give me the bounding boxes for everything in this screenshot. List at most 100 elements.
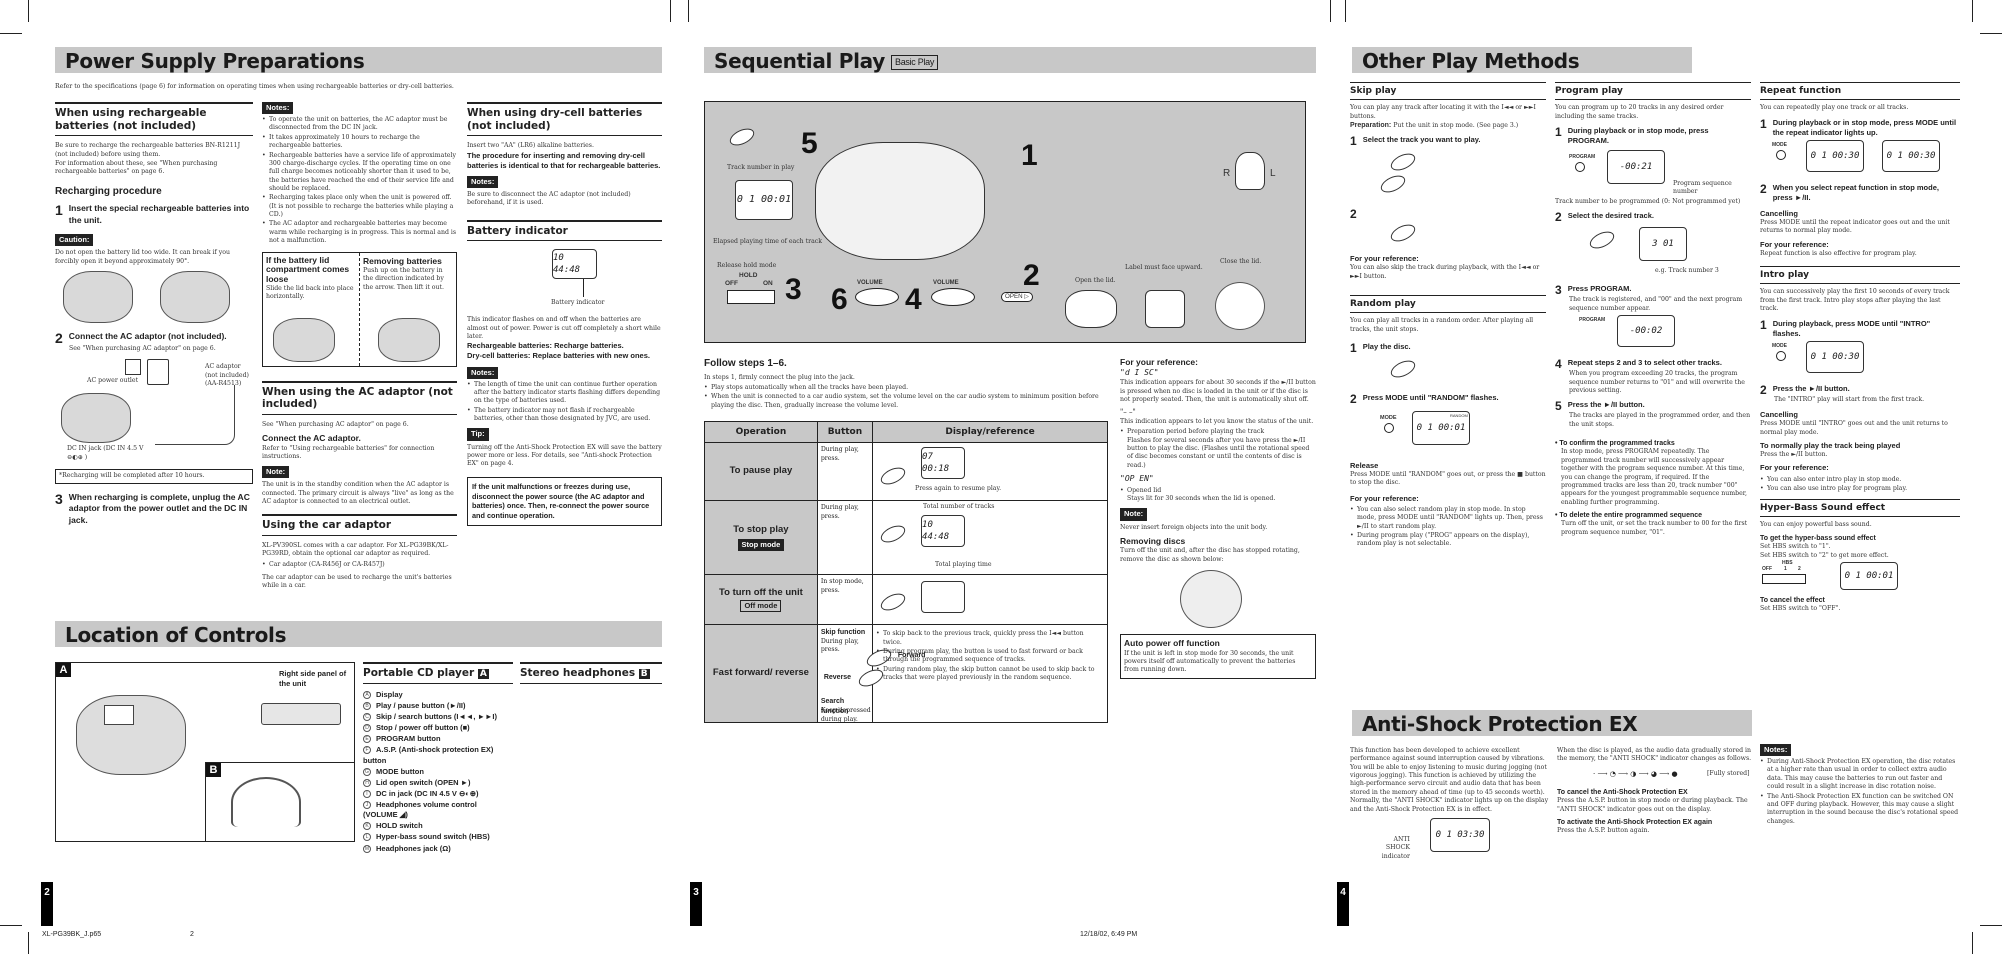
- follow-item: Play stops automatically when all the tr…: [704, 384, 1114, 393]
- control-item: A Display: [363, 690, 513, 700]
- delete-text: Turn off the unit, or set the track numb…: [1561, 520, 1748, 536]
- program-step-3: 3 Press PROGRAM.: [1555, 283, 1632, 298]
- footer-file-page: 2: [190, 931, 194, 938]
- lid-image: [273, 317, 335, 362]
- control-key: H: [363, 778, 371, 787]
- control-item: I DC in jack (DC IN 4.5 V ⊖◐⊕): [363, 789, 513, 799]
- intro-ref-item: You can also use intro play for program …: [1760, 485, 1960, 494]
- open-list: Opened lid: [1120, 487, 1316, 496]
- control-label: DC in jack (DC IN 4.5 V ⊖◐⊕): [376, 788, 479, 798]
- program-step5-text: The tracks are played in the programmed …: [1569, 412, 1751, 428]
- hbs-1-label: 1: [1784, 565, 1787, 572]
- antishock-activate-heading: To activate the Anti-Shock Protection EX…: [1557, 818, 1713, 826]
- car-adaptor-list: Car adaptor (CA-R456J or CA-R457J): [262, 561, 457, 570]
- step-4-number: 4: [905, 283, 922, 316]
- table-header-row: Operation Button Display/reference: [704, 420, 1108, 444]
- note-text: The unit is in the standby condition whe…: [262, 481, 454, 506]
- intro-ref-list: You can also enter intro play in stop mo…: [1760, 476, 1960, 494]
- notes-label: Notes:: [262, 102, 294, 115]
- footer-timestamp: 12/18/02, 6:49 PM: [1080, 931, 1138, 938]
- antishock-notes-label: Notes:: [1760, 744, 1792, 757]
- mode-label: MODE: [1772, 342, 1787, 349]
- follow-list: Play stops automatically when all the tr…: [704, 384, 1114, 410]
- closed-disc-image: [1215, 282, 1265, 330]
- caution-label: Caution:: [55, 234, 94, 247]
- page-number-2: 2: [41, 882, 53, 926]
- hbs-body: You can enjoy powerful bass sound.: [1760, 521, 1872, 529]
- intro-cancel-heading: Cancelling: [1760, 410, 1798, 420]
- note-item: Rechargeable batteries have a service li…: [262, 152, 457, 194]
- control-label: MODE button: [376, 766, 424, 776]
- repeat-section: Repeat function You can repeatedly play …: [1760, 82, 1960, 614]
- dcin-caption: DC IN jack (DC IN 4.5 V ⊖◐⊕ ): [67, 445, 144, 461]
- mode-label: MODE: [1380, 415, 1397, 421]
- adaptor-image: [147, 359, 169, 386]
- removing-text: Push up on the battery in the direction …: [363, 266, 444, 291]
- antishock-body-section: This function has been developed to achi…: [1350, 744, 1550, 860]
- open-code: "OP EN": [1120, 473, 1154, 483]
- battery-note: The battery indicator may not flash if r…: [467, 407, 662, 424]
- hbs-cancel-text: Set HBS switch to "OFF".: [1760, 605, 1841, 613]
- antishock-middle-text: When the disc is played, as the audio da…: [1557, 747, 1752, 763]
- dash-code: "– –": [1120, 408, 1136, 417]
- headphone-r-label: R: [1223, 168, 1231, 179]
- control-key: F: [363, 746, 371, 755]
- button-cell: Skip function During play, press. Forwar…: [816, 624, 925, 724]
- control-label: A.S.P. (Anti-shock protection EX) button: [363, 745, 494, 765]
- tip-label: Tip:: [467, 428, 489, 441]
- step-3: 3 When recharging is complete, unplug the…: [55, 490, 250, 525]
- program-body: You can program up to 20 tracks in any d…: [1555, 104, 1724, 120]
- play-button-image: [1350, 220, 1546, 250]
- random-mode-image: MODE 0 1 00:01 RANDOM: [1350, 405, 1546, 453]
- indicator-pointer: [583, 279, 584, 298]
- antishock-banner: Anti-Shock Protection EX: [1352, 710, 1752, 736]
- pause-lcd: 07 00:18: [921, 447, 966, 480]
- page-number-4: 4: [1337, 882, 1349, 926]
- program-step-2: 2 Select the desired track.: [1555, 210, 1654, 225]
- random-step-2: 2 Press MODE until "RANDOM" flashes.: [1350, 392, 1499, 406]
- table-row: To stop play Stop mode During play, press…: [704, 500, 1108, 576]
- hbs-switch: [1762, 573, 1806, 584]
- op-stop: To stop play Stop mode: [704, 500, 818, 576]
- program-step3-text: The track is registered, and "00" and th…: [1569, 296, 1743, 312]
- control-label: Skip / search buttons (I◄◄, ►►I): [376, 712, 497, 722]
- program-heading: Program play: [1555, 82, 1751, 101]
- portable-player-heading: Portable CD player A: [363, 662, 513, 684]
- mode-label: MODE: [1772, 141, 1787, 148]
- fully-stored-caption: [Fully stored]: [1707, 769, 1750, 777]
- other-play-banner: Other Play Methods: [1352, 47, 1692, 73]
- display-cell: To skip back to the previous track, quic…: [872, 624, 1108, 724]
- display-cell: 07 00:18 Press again to resume play.: [872, 442, 1108, 502]
- page3-title: Sequential Play Basic Play: [704, 47, 1316, 75]
- intro-lcd: 0 1 00:30: [1806, 340, 1864, 373]
- panel-b-label: B: [206, 763, 221, 777]
- car-adaptor-body: XL-PV390SL comes with a car adaptor. For…: [262, 542, 449, 558]
- control-label: HOLD switch: [376, 821, 423, 831]
- repeat-cancel-heading: Cancelling: [1760, 209, 1798, 218]
- control-key: K: [363, 822, 371, 831]
- sequential-diagram: 5 Track number in play 0 1 00:01 Elapsed…: [704, 101, 1306, 343]
- intro-step-1: 1 During playback, press MODE until "INTR…: [1760, 317, 1931, 338]
- antishock-middle-section: When the disc is played, as the audio da…: [1557, 744, 1753, 836]
- control-key: E: [363, 735, 371, 744]
- repeat-image: MODE 0 1 00:30 0 1 00:30: [1760, 138, 1960, 178]
- track-caption: Track number in play: [727, 164, 795, 171]
- page-title: Power Supply Preparations: [65, 49, 365, 73]
- control-key: L: [363, 833, 371, 842]
- dash-text: This indication appears to let you know …: [1120, 417, 1314, 425]
- side-panel-image: [261, 703, 341, 725]
- program-label: PROGRAM: [1569, 154, 1596, 161]
- elapsed-caption: Elapsed playing time of each track: [713, 238, 822, 245]
- control-item: E PROGRAM button: [363, 734, 513, 744]
- hold-off-label: OFF: [725, 280, 738, 287]
- antishock-lcd: 0 1 03:30: [1430, 817, 1490, 852]
- skip-function-title: Skip function: [820, 629, 866, 637]
- hbs-get-text2: Set HBS switch to "2" to get more effect…: [1760, 551, 1889, 559]
- random-play-image: [1350, 354, 1546, 388]
- crop-mark: [1972, 0, 1973, 22]
- antishock-indicator-image: ANTI SHOCK indicator 0 1 03:30: [1350, 814, 1550, 860]
- crop-mark: [28, 0, 29, 22]
- reverse-label: Reverse: [823, 674, 852, 682]
- controls-list: A Display B Play / pause button (►/II) C Skip…: [363, 690, 513, 854]
- control-item: B Play / pause button (►/II): [363, 701, 513, 711]
